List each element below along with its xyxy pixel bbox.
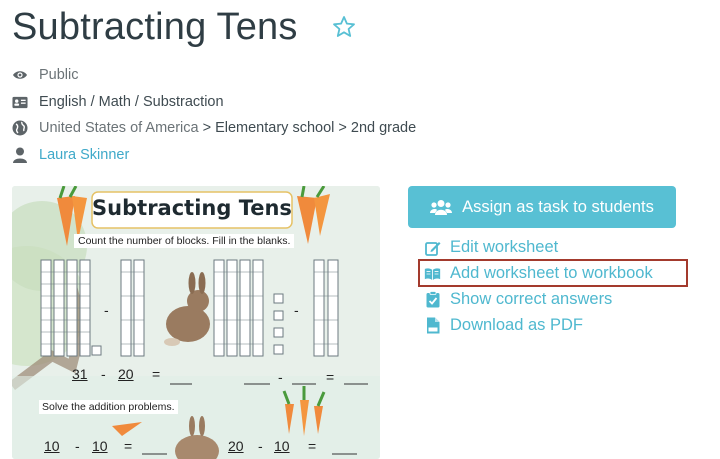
- globe-icon: [12, 120, 28, 136]
- users-icon: [430, 199, 453, 215]
- author-row: Laura Skinner: [12, 147, 129, 163]
- show-answers-link[interactable]: Show correct answers: [424, 290, 612, 309]
- eq1-eq: =: [152, 366, 161, 382]
- eq2-eq: =: [326, 369, 335, 385]
- clipboard-check-icon: [424, 291, 441, 309]
- location-path: > Elementary school > 2nd grade: [202, 120, 417, 136]
- assign-label: Assign as task to students: [462, 197, 654, 216]
- download-label: Download as PDF: [450, 316, 583, 334]
- assign-button[interactable]: Assign as task to students: [408, 186, 676, 228]
- worksheet-instruction-1: Count the number of blocks. Fill in the …: [74, 234, 295, 248]
- visibility-row: Public: [12, 67, 79, 83]
- show-answers-label: Show correct answers: [450, 290, 613, 308]
- eq3-a: 10: [44, 438, 60, 454]
- visibility-label: Public: [39, 67, 79, 83]
- worksheet-preview[interactable]: Subtracting Tens Count the number of blo…: [12, 186, 380, 459]
- eq1-a: 31: [72, 366, 88, 382]
- eq4-b: 10: [274, 438, 290, 454]
- eq2-op: -: [278, 369, 283, 385]
- user-icon: [12, 147, 28, 163]
- eq1-op: -: [101, 366, 106, 382]
- subject-row: English / Math / Substraction: [12, 94, 224, 110]
- worksheet-instruction-2: Solve the addition problems.: [39, 400, 178, 414]
- location-row: United States of America > Elementary sc…: [12, 120, 416, 136]
- eq3-op: -: [75, 438, 80, 454]
- star-icon[interactable]: [332, 15, 356, 39]
- worksheet-illustration: [12, 186, 380, 459]
- location-country: United States of America: [39, 120, 199, 136]
- author-link[interactable]: Laura Skinner: [39, 147, 129, 163]
- edit-icon: [424, 239, 441, 257]
- pdf-file-icon: [424, 317, 441, 335]
- download-pdf-link[interactable]: Download as PDF: [424, 316, 583, 335]
- page-title: Subtracting Tens: [12, 6, 298, 48]
- eq3-eq: =: [124, 438, 133, 454]
- eq3-b: 10: [92, 438, 108, 454]
- eq4-a: 20: [228, 438, 244, 454]
- eq2-op-mid: -: [294, 302, 299, 318]
- eq1-op-mid: -: [104, 302, 109, 318]
- eye-icon: [12, 67, 28, 83]
- edit-label: Edit worksheet: [450, 238, 559, 256]
- subject-label: English / Math / Substraction: [39, 94, 224, 110]
- highlight-box: [418, 259, 688, 287]
- eq4-op: -: [258, 438, 263, 454]
- eq4-eq: =: [308, 438, 317, 454]
- id-card-icon: [12, 94, 28, 110]
- eq1-b: 20: [118, 366, 134, 382]
- edit-worksheet-link[interactable]: Edit worksheet: [424, 238, 558, 257]
- worksheet-heading: Subtracting Tens: [92, 196, 292, 220]
